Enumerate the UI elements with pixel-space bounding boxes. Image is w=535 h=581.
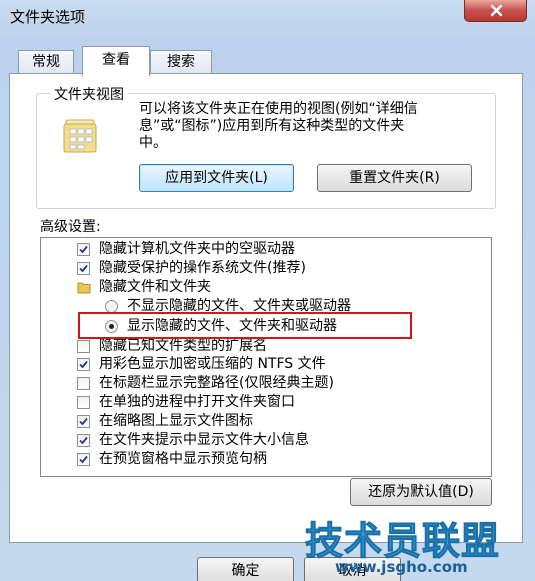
folder-views-description: 可以将该文件夹正在使用的视图(例如“详细信 息”或“图标”)应用到所有这种类型的…: [139, 101, 418, 151]
checkmark-icon: [79, 455, 88, 464]
item-label: 在预览窗格中显示预览句柄: [99, 451, 267, 467]
item-label: 隐藏文件和文件夹: [99, 279, 211, 295]
checkbox[interactable]: [77, 396, 90, 409]
watermark-url: www.jsgho.com: [335, 558, 468, 576]
checkbox[interactable]: [77, 377, 90, 390]
ok-button[interactable]: 确定: [197, 557, 294, 581]
item-label: 在单独的进程中打开文件夹窗口: [99, 394, 295, 410]
apply-to-folders-button[interactable]: 应用到文件夹(L): [139, 164, 294, 192]
title-bar: 文件夹选项: [0, 0, 535, 32]
folder-icon: [77, 281, 91, 300]
close-icon: [490, 4, 503, 17]
checkbox[interactable]: [77, 340, 90, 353]
checkmark-icon: [79, 264, 88, 273]
checkbox[interactable]: [77, 243, 90, 256]
item-label: 隐藏计算机文件夹中的空驱动器: [99, 241, 295, 257]
item-label: 在标题栏显示完整路径(仅限经典主题): [99, 375, 334, 391]
item-label: 隐藏已知文件类型的扩展名: [99, 338, 267, 354]
item-label: 用彩色显示加密或压缩的 NTFS 文件: [99, 356, 326, 372]
checkmark-icon: [79, 245, 88, 254]
checkmark-icon: [79, 417, 88, 426]
red-highlight-box: [78, 312, 412, 339]
folder-view-icon: [63, 116, 99, 158]
window-title: 文件夹选项: [10, 8, 86, 26]
checkbox[interactable]: [77, 453, 90, 466]
watermark-title: 技术员联盟: [304, 519, 501, 564]
restore-defaults-button[interactable]: 还原为默认值(D): [350, 478, 492, 506]
checkmark-icon: [79, 436, 88, 445]
checkbox[interactable]: [77, 434, 90, 447]
item-label: 在缩略图上显示文件图标: [99, 413, 253, 429]
close-button[interactable]: [464, 0, 527, 22]
advanced-settings-label: 高级设置:: [40, 219, 101, 235]
checkbox[interactable]: [77, 358, 90, 371]
checkmark-icon: [79, 360, 88, 369]
tab-search[interactable]: 搜索: [150, 50, 212, 74]
reset-folders-button[interactable]: 重置文件夹(R): [317, 164, 472, 192]
item-label: 在文件夹提示中显示文件大小信息: [99, 432, 309, 448]
checkbox[interactable]: [77, 415, 90, 428]
advanced-settings-list: 隐藏计算机文件夹中的空驱动器 隐藏受保护的操作系统文件(推荐) 隐藏文件和文件夹…: [40, 237, 492, 477]
folder-views-legend: 文件夹视图: [50, 84, 128, 104]
tab-view[interactable]: 查看: [82, 46, 150, 76]
item-label: 隐藏受保护的操作系统文件(推荐): [99, 260, 306, 276]
watermark-logo: 技术员联盟 www.jsgho.com: [304, 510, 525, 578]
tab-general[interactable]: 常规: [18, 50, 74, 74]
folder-options-dialog: 文件夹选项 常规 查看 搜索 文件夹视图 可以将该文件夹正在使用的视图(例如“详…: [0, 0, 535, 581]
checkbox[interactable]: [77, 262, 90, 275]
